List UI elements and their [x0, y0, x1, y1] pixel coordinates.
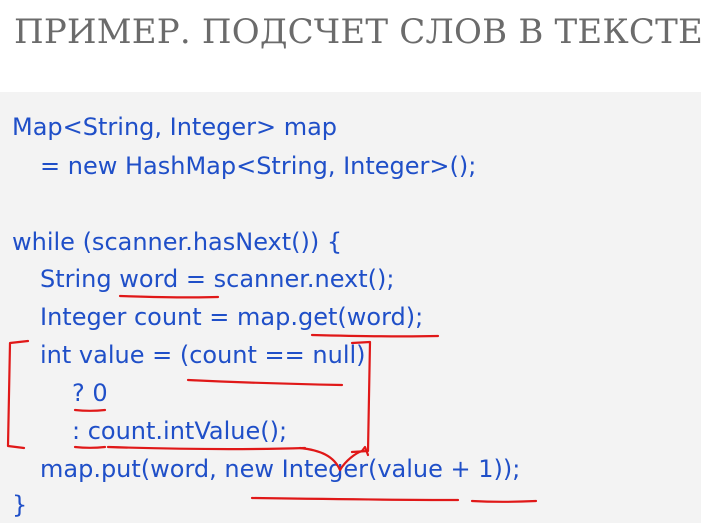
- code-line-4: String word = scanner.next();: [40, 265, 395, 293]
- code-line-9: map.put(word, new Integer(value + 1));: [40, 455, 521, 483]
- title-bar: ПРИМЕР. ПОДСЧЕТ СЛОВ В ТЕКСТЕ (1): [0, 0, 701, 92]
- code-line-3: while (scanner.hasNext()) {: [12, 228, 343, 256]
- slide-title: ПРИМЕР. ПОДСЧЕТ СЛОВ В ТЕКСТЕ (1): [14, 12, 701, 52]
- code-line-7: ? 0: [72, 379, 108, 407]
- code-line-5: Integer count = map.get(word);: [40, 303, 424, 331]
- code-line-8: : count.intValue();: [72, 417, 288, 445]
- code-line-2: = new HashMap<String, Integer>();: [40, 152, 477, 180]
- code-line-1: Map<String, Integer> map: [12, 113, 338, 141]
- slide: ПРИМЕР. ПОДСЧЕТ СЛОВ В ТЕКСТЕ (1) Map<St…: [0, 0, 701, 523]
- code-line-10: }: [12, 491, 28, 519]
- code-line-6: int value = (count == null): [40, 341, 366, 369]
